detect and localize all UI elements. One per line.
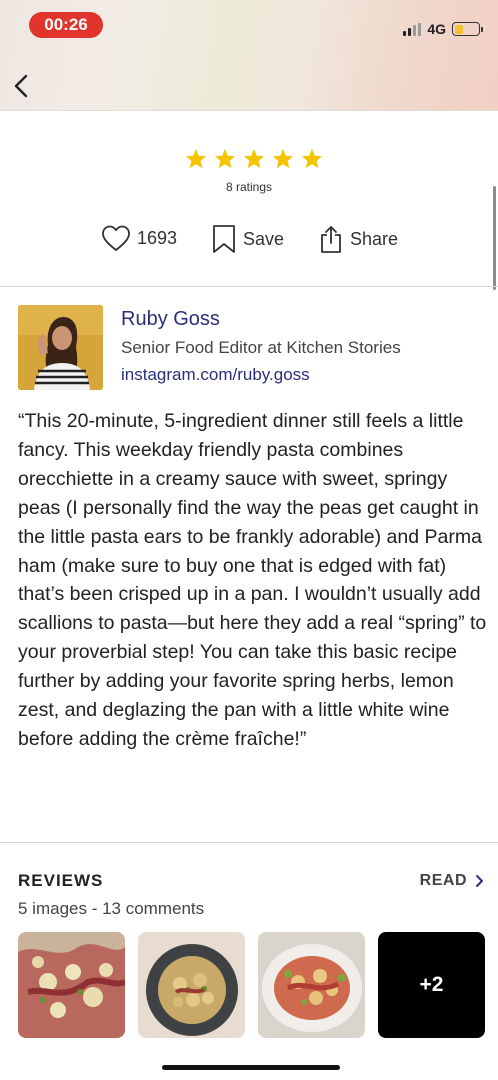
star-icon: [214, 148, 236, 169]
signal-icon: [403, 22, 422, 36]
read-label: READ: [419, 872, 467, 889]
author-photo: [18, 305, 103, 390]
author-name[interactable]: Ruby Goss: [121, 308, 220, 331]
more-images-button[interactable]: +2: [378, 932, 485, 1038]
divider: [0, 842, 498, 843]
like-count: 1693: [137, 227, 178, 248]
like-button[interactable]: 1693: [101, 224, 177, 252]
review-image[interactable]: [18, 932, 125, 1038]
chevron-right-icon: [476, 875, 483, 887]
status-indicators: 4G: [403, 19, 483, 39]
star-icon: [301, 148, 323, 169]
author-title: Senior Food Editor at Kitchen Stories: [121, 338, 401, 357]
share-label: Share: [350, 228, 399, 249]
review-photo: [138, 932, 245, 1038]
star-icon: [272, 148, 294, 169]
rating-stars[interactable]: [185, 148, 323, 169]
bookmark-icon: [213, 225, 235, 253]
action-bar: 1693 Save Share: [0, 224, 498, 258]
share-button[interactable]: Share: [318, 224, 398, 254]
review-image[interactable]: [138, 932, 245, 1038]
save-label: Save: [243, 228, 285, 249]
network-type: 4G: [427, 21, 446, 37]
back-button[interactable]: [8, 70, 36, 102]
author-avatar[interactable]: [18, 305, 103, 390]
star-icon: [243, 148, 265, 169]
ratings-count: 8 ratings: [225, 180, 273, 194]
author-instagram-link[interactable]: instagram.com/ruby.goss: [121, 365, 310, 385]
review-image[interactable]: [258, 932, 365, 1038]
reviews-summary: 5 images - 13 comments: [18, 899, 205, 918]
divider: [0, 286, 498, 287]
star-icon: [185, 148, 207, 169]
share-icon: [321, 226, 341, 253]
chevron-left-icon: [14, 74, 28, 98]
home-indicator[interactable]: [162, 1065, 340, 1070]
review-photo: [258, 932, 365, 1038]
save-button[interactable]: Save: [211, 224, 284, 254]
reviews-heading: REVIEWS: [18, 871, 104, 890]
read-reviews-link[interactable]: READ: [420, 872, 484, 890]
review-images: +2: [18, 932, 485, 1038]
recipe-description: “This 20-minute, 5-ingredient dinner sti…: [18, 410, 487, 750]
battery-icon: [452, 22, 483, 36]
review-photo: [18, 932, 125, 1038]
recipe-header-image: 00:26 4G: [0, 0, 498, 111]
heart-icon: [102, 225, 130, 251]
status-time: 00:26: [29, 12, 103, 38]
